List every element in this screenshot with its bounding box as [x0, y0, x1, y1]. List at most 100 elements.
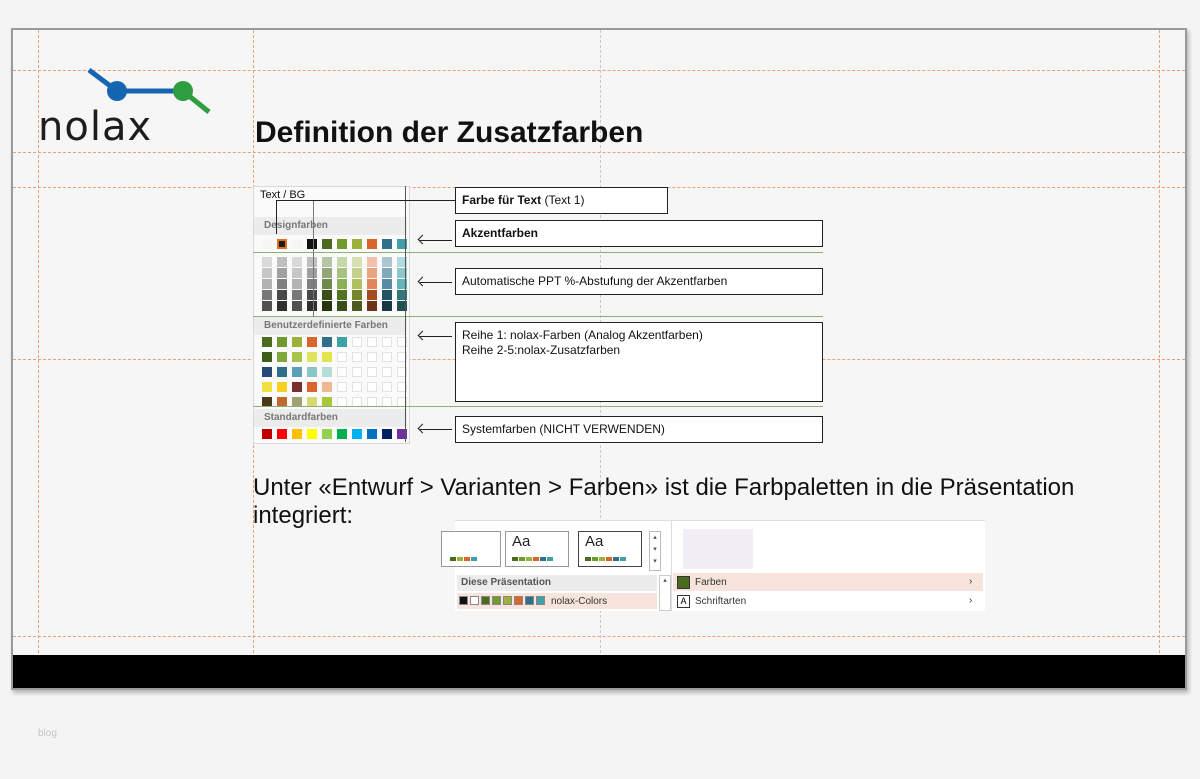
color-swatch[interactable]	[337, 290, 347, 300]
color-swatch[interactable]	[382, 352, 392, 362]
color-swatch[interactable]	[262, 257, 272, 267]
color-swatch[interactable]	[277, 337, 287, 347]
color-swatch[interactable]	[382, 257, 392, 267]
color-swatch[interactable]	[352, 367, 362, 377]
color-swatch[interactable]	[352, 279, 362, 289]
color-swatch[interactable]	[382, 429, 392, 439]
color-swatch[interactable]	[277, 352, 287, 362]
color-swatch[interactable]	[292, 239, 302, 249]
color-swatch[interactable]	[382, 301, 392, 311]
color-swatch[interactable]	[367, 279, 377, 289]
color-swatch[interactable]	[352, 352, 362, 362]
color-swatch[interactable]	[367, 301, 377, 311]
color-swatch[interactable]	[367, 352, 377, 362]
color-swatch[interactable]	[307, 268, 317, 278]
color-swatch[interactable]	[337, 429, 347, 439]
theme-thumbnail[interactable]	[441, 531, 501, 567]
color-swatch[interactable]	[352, 301, 362, 311]
color-swatch[interactable]	[262, 301, 272, 311]
color-swatch[interactable]	[337, 268, 347, 278]
color-swatch[interactable]	[292, 290, 302, 300]
color-swatch[interactable]	[292, 257, 302, 267]
color-swatch[interactable]	[382, 268, 392, 278]
color-swatch[interactable]	[322, 301, 332, 311]
color-swatch[interactable]	[352, 429, 362, 439]
menu-item-fonts[interactable]: Schriftarten	[695, 596, 746, 607]
color-swatch[interactable]	[277, 239, 287, 249]
color-swatch[interactable]	[262, 352, 272, 362]
color-swatch[interactable]	[307, 301, 317, 311]
color-swatch[interactable]	[382, 337, 392, 347]
color-swatch[interactable]	[322, 279, 332, 289]
color-swatch[interactable]	[277, 279, 287, 289]
color-swatch[interactable]	[307, 257, 317, 267]
color-swatch[interactable]	[382, 290, 392, 300]
color-swatch[interactable]	[382, 279, 392, 289]
color-swatch[interactable]	[262, 290, 272, 300]
color-swatch[interactable]	[277, 429, 287, 439]
color-swatch[interactable]	[262, 337, 272, 347]
color-swatch[interactable]	[352, 268, 362, 278]
color-swatch[interactable]	[307, 239, 317, 249]
theme-thumbnail-selected[interactable]: Aa	[578, 531, 642, 567]
color-swatch[interactable]	[292, 337, 302, 347]
color-swatch[interactable]	[307, 290, 317, 300]
color-swatch[interactable]	[277, 268, 287, 278]
scrollbar[interactable]: ▴	[659, 575, 671, 611]
color-swatch[interactable]	[277, 382, 287, 392]
color-swatch[interactable]	[277, 301, 287, 311]
color-swatch[interactable]	[292, 279, 302, 289]
color-swatch[interactable]	[382, 382, 392, 392]
color-swatch[interactable]	[352, 290, 362, 300]
gallery-scroll[interactable]: ▴ ▾ ▾	[649, 531, 661, 571]
color-swatch[interactable]	[307, 279, 317, 289]
color-swatch[interactable]	[262, 429, 272, 439]
menu-item-colors[interactable]: Farben	[695, 577, 727, 588]
color-swatch[interactable]	[322, 257, 332, 267]
color-swatch[interactable]	[262, 268, 272, 278]
color-swatch[interactable]	[262, 239, 272, 249]
color-swatch[interactable]	[337, 382, 347, 392]
color-swatch[interactable]	[292, 382, 302, 392]
color-swatch[interactable]	[322, 367, 332, 377]
color-swatch[interactable]	[322, 429, 332, 439]
color-swatch[interactable]	[337, 279, 347, 289]
color-swatch[interactable]	[382, 367, 392, 377]
color-swatch[interactable]	[322, 352, 332, 362]
color-swatch[interactable]	[322, 268, 332, 278]
color-swatch[interactable]	[352, 337, 362, 347]
color-swatch[interactable]	[337, 337, 347, 347]
color-swatch[interactable]	[292, 352, 302, 362]
color-swatch[interactable]	[367, 257, 377, 267]
theme-thumbnail[interactable]: Aa	[505, 531, 569, 567]
color-swatch[interactable]	[337, 301, 347, 311]
color-swatch[interactable]	[277, 367, 287, 377]
color-swatch[interactable]	[322, 290, 332, 300]
color-swatch[interactable]	[352, 257, 362, 267]
color-swatch[interactable]	[262, 382, 272, 392]
color-swatch[interactable]	[307, 429, 317, 439]
color-swatch[interactable]	[262, 279, 272, 289]
color-swatch[interactable]	[262, 367, 272, 377]
color-swatch[interactable]	[322, 337, 332, 347]
color-swatch[interactable]	[367, 268, 377, 278]
color-swatch[interactable]	[367, 367, 377, 377]
color-swatch[interactable]	[367, 429, 377, 439]
color-swatch[interactable]	[307, 337, 317, 347]
color-swatch[interactable]	[367, 239, 377, 249]
color-swatch[interactable]	[382, 239, 392, 249]
color-swatch[interactable]	[352, 382, 362, 392]
color-swatch[interactable]	[337, 257, 347, 267]
color-swatch[interactable]	[322, 382, 332, 392]
color-swatch[interactable]	[367, 290, 377, 300]
color-swatch[interactable]	[352, 239, 362, 249]
color-swatch[interactable]	[307, 352, 317, 362]
color-swatch[interactable]	[277, 257, 287, 267]
color-swatch[interactable]	[292, 301, 302, 311]
color-swatch[interactable]	[322, 239, 332, 249]
color-swatch[interactable]	[292, 268, 302, 278]
color-swatch[interactable]	[307, 382, 317, 392]
color-swatch[interactable]	[367, 382, 377, 392]
color-swatch[interactable]	[307, 367, 317, 377]
color-swatch[interactable]	[292, 429, 302, 439]
